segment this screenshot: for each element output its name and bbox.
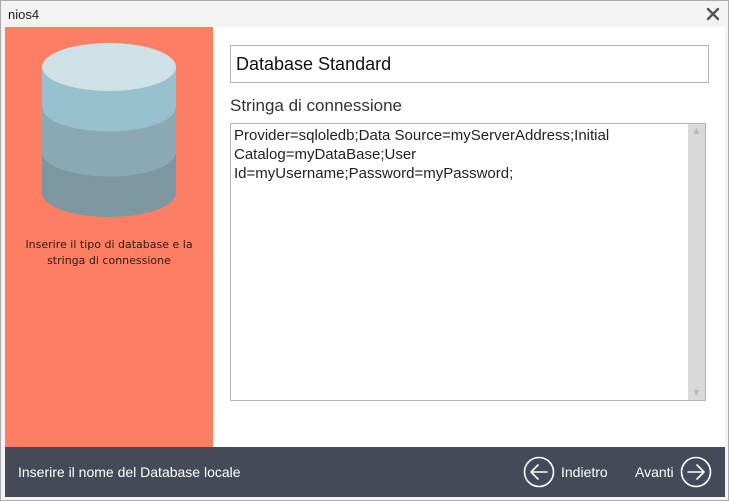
- connection-string-label: Stringa di connessione: [230, 96, 403, 115]
- arrow-right-circle-icon: [680, 456, 711, 488]
- database-name-input[interactable]: [230, 45, 709, 83]
- next-button[interactable]: Avanti: [635, 456, 712, 488]
- sidebar-panel: Inserire il tipo di database e la string…: [5, 27, 213, 447]
- scroll-up-icon[interactable]: ▲: [688, 124, 705, 138]
- main-content: Stringa di connessione Provider=sqloledb…: [213, 27, 725, 447]
- connection-string-box: Provider=sqloledb;Data Source=myServerAd…: [230, 123, 706, 401]
- wizard-window: nios4 Inserire il tipo di database e la …: [0, 0, 729, 501]
- database-icon: [41, 43, 177, 226]
- sidebar-caption: Inserire il tipo di database e la string…: [25, 238, 193, 267]
- vertical-scrollbar[interactable]: ▲ ▼: [688, 124, 705, 400]
- close-icon: [706, 7, 720, 21]
- back-button[interactable]: Indietro: [523, 456, 608, 488]
- scroll-down-icon[interactable]: ▼: [688, 386, 705, 400]
- next-button-label: Avanti: [635, 464, 674, 480]
- title-bar: nios4: [1, 1, 728, 27]
- window-title: nios4: [8, 7, 40, 22]
- arrow-left-circle-icon: [523, 456, 555, 488]
- footer-bar: Inserire il nome del Database locale Ind…: [5, 447, 725, 497]
- footer-hint: Inserire il nome del Database locale: [18, 464, 241, 480]
- close-button[interactable]: [705, 6, 721, 22]
- back-button-label: Indietro: [561, 464, 608, 480]
- connection-string-textarea[interactable]: Provider=sqloledb;Data Source=myServerAd…: [231, 124, 688, 400]
